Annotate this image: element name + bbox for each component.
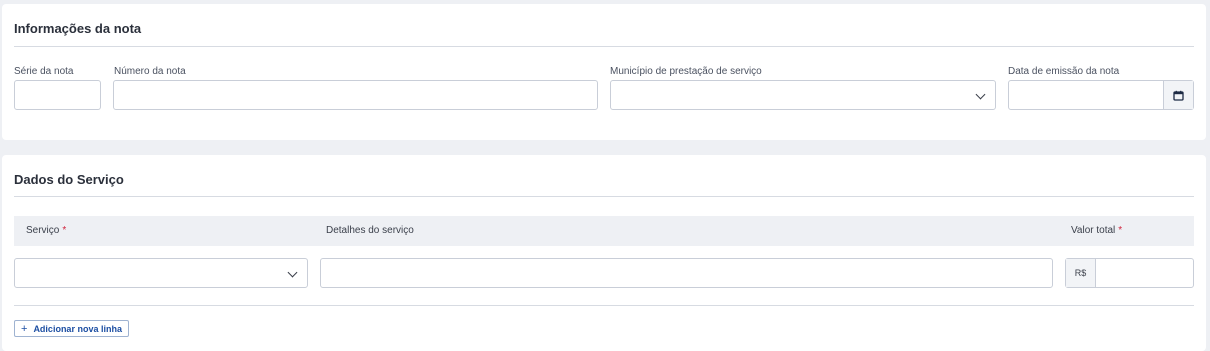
chevron-down-icon — [287, 267, 298, 278]
valor-total-input[interactable] — [1095, 259, 1193, 287]
add-line-button[interactable]: + Adicionar nova linha — [14, 320, 129, 337]
plus-icon: + — [21, 322, 28, 335]
required-mark: * — [1118, 225, 1123, 236]
serie-input[interactable] — [15, 81, 100, 109]
col-valor-label: Valor total — [1071, 225, 1116, 236]
nota-info-divider — [14, 46, 1194, 47]
data-emissao-label: Data de emissão da nota — [1008, 66, 1120, 77]
data-emissao-field[interactable] — [1008, 80, 1194, 110]
nota-info-title: Informações da nota — [14, 21, 142, 36]
nota-info-card: Informações da nota Série da nota Número… — [2, 4, 1206, 140]
serie-field[interactable] — [14, 80, 101, 110]
col-servico-label: Serviço — [26, 225, 60, 236]
data-emissao-input[interactable] — [1009, 81, 1165, 109]
servico-divider-top — [14, 196, 1194, 197]
calendar-button[interactable] — [1163, 81, 1193, 109]
detalhes-field[interactable] — [320, 258, 1053, 288]
numero-input[interactable] — [114, 81, 597, 109]
required-mark: * — [62, 225, 67, 236]
valor-total-field[interactable]: R$ — [1065, 258, 1194, 288]
servico-title: Dados do Serviço — [14, 172, 124, 187]
servico-table-header: Serviço * Detalhes do serviço Valor total… — [14, 216, 1194, 246]
serie-label: Série da nota — [14, 66, 74, 77]
numero-field[interactable] — [113, 80, 598, 110]
detalhes-input[interactable] — [321, 259, 1052, 287]
servico-select[interactable] — [14, 258, 308, 288]
municipio-label: Município de prestação de serviço — [610, 66, 762, 77]
calendar-icon — [1173, 90, 1184, 101]
currency-prefix: R$ — [1066, 259, 1096, 287]
servico-divider-bottom — [14, 305, 1194, 306]
add-line-label: Adicionar nova linha — [33, 323, 122, 334]
chevron-down-icon — [975, 89, 986, 100]
col-detalhes-header: Detalhes do serviço — [326, 225, 414, 236]
col-servico-header: Serviço * — [26, 225, 66, 236]
servico-card: Dados do Serviço Serviço * Detalhes do se… — [2, 155, 1206, 351]
numero-label: Número da nota — [114, 66, 186, 77]
col-valor-header: Valor total * — [1071, 225, 1122, 236]
municipio-select[interactable] — [610, 80, 996, 110]
